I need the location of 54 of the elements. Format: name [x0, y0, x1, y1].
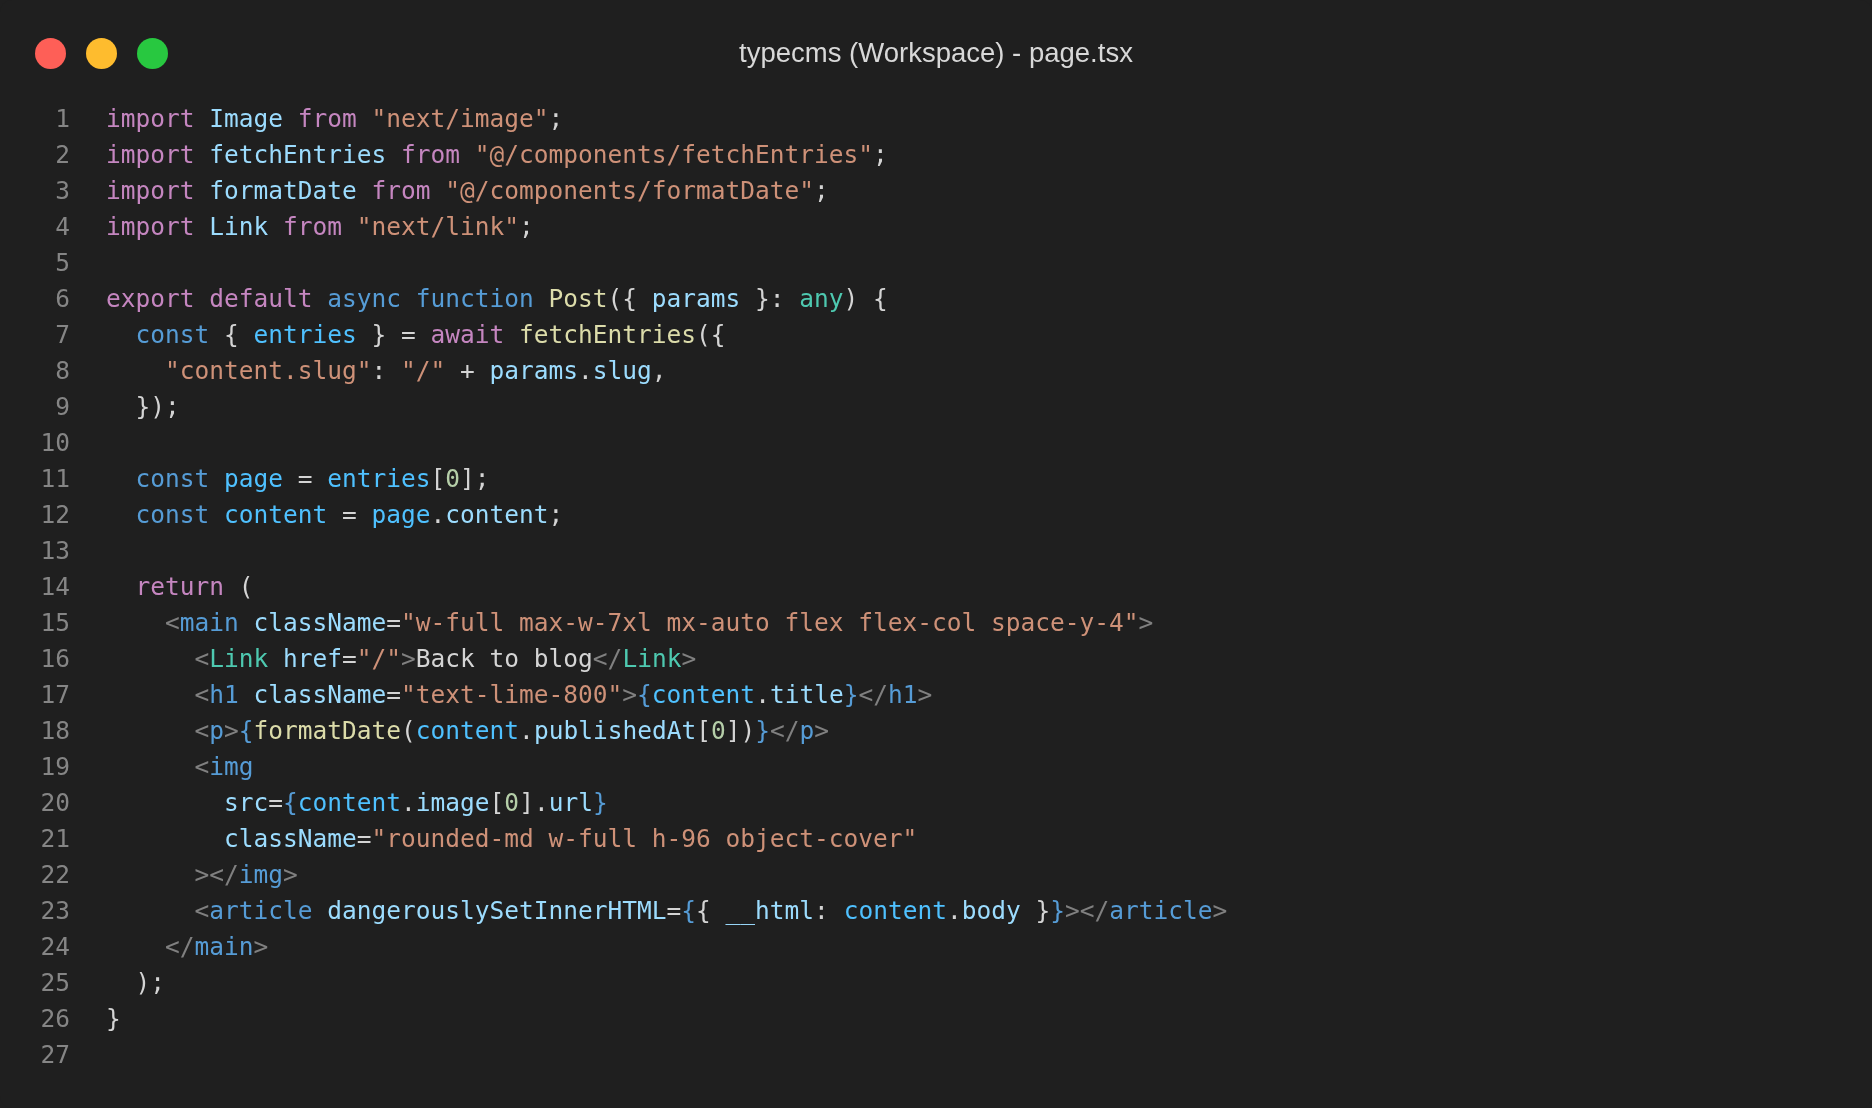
line-number: 11 — [39, 463, 70, 493]
code-line: ); — [134, 967, 165, 997]
line-number: 20 — [39, 787, 70, 817]
line-number: 4 — [54, 211, 70, 241]
code-line: import Link from "next/link"; — [106, 211, 534, 241]
line-number: 1 — [54, 103, 70, 133]
line-number: 12 — [39, 499, 70, 529]
zoom-button[interactable] — [137, 37, 168, 69]
line-number: 18 — [39, 715, 70, 745]
line-number: 16 — [39, 643, 70, 673]
line-number: 26 — [39, 1003, 70, 1033]
code-line: } — [106, 1003, 121, 1033]
code-line: }); — [134, 391, 180, 421]
line-number: 9 — [54, 391, 70, 421]
line-number: 6 — [54, 283, 70, 313]
line-number: 23 — [39, 895, 70, 925]
code-line: export default async function Post({ params }: any) { — [106, 283, 888, 313]
code-line: "content.slug": "/" + params.slug, — [164, 355, 667, 385]
code-line: return ( — [134, 571, 254, 601]
line-number: 3 — [54, 175, 70, 205]
code-line: ></img> — [193, 859, 298, 889]
line-number: 19 — [39, 751, 70, 781]
code-line: import formatDate from "@/components/formatDate"; — [106, 175, 829, 205]
line-number: 17 — [39, 679, 70, 709]
code-line: <Link href="/">Back to blog</Link> — [193, 643, 697, 673]
line-number: 13 — [39, 535, 70, 565]
code-line: <h1 className="text-lime-800">{content.title}</h1> — [193, 679, 933, 709]
line-number: 22 — [39, 859, 70, 889]
minimize-button[interactable] — [86, 37, 117, 69]
line-number: 7 — [54, 319, 70, 349]
line-number: 10 — [39, 427, 70, 457]
code-line: import Image from "next/image"; — [106, 103, 564, 133]
window-title: typecms (Workspace) - page.tsx — [739, 37, 1133, 69]
line-number: 27 — [39, 1039, 70, 1069]
close-button[interactable] — [35, 37, 66, 69]
code-line: <article dangerouslySetInnerHTML={{ __html: content.body }}></article> — [193, 895, 1228, 925]
line-number: 15 — [39, 607, 70, 637]
line-number: 2 — [54, 139, 70, 169]
code-line: const content = page.content; — [134, 499, 564, 529]
line-number: 8 — [54, 355, 70, 385]
line-number: 5 — [54, 247, 70, 277]
code-line: const { entries } = await fetchEntries({ — [134, 319, 726, 349]
line-number: 14 — [39, 571, 70, 601]
code-line: const page = entries[0]; — [134, 463, 490, 493]
code-line: </main> — [164, 931, 269, 961]
line-number: 25 — [39, 967, 70, 997]
code-line: <main className="w-full max-w-7xl mx-auto flex flex-col space-y-4"> — [164, 607, 1154, 637]
code-line: <img — [193, 751, 254, 781]
code-line: src={content.image[0].url} — [223, 787, 608, 817]
line-number: 24 — [39, 931, 70, 961]
code-line: <p>{formatDate(content.publishedAt[0])}</p> — [193, 715, 829, 745]
code-line: className="rounded-md w-full h-96 object-cover" — [223, 823, 918, 853]
line-number: 21 — [39, 823, 70, 853]
code-line: import fetchEntries from "@/components/fetchEntries"; — [106, 139, 888, 169]
